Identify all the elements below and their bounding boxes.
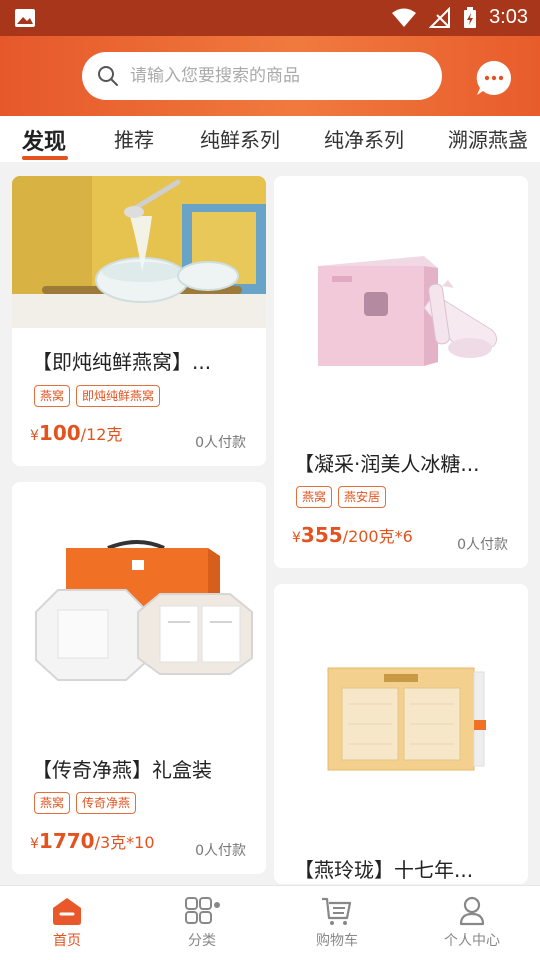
price-unit: /12克: [80, 425, 123, 444]
product-image: [274, 584, 528, 836]
search-bar[interactable]: [82, 52, 442, 100]
price-currency: ¥: [30, 836, 39, 852]
status-time: 3:03: [489, 6, 528, 28]
category-tabs: 发现 推荐 纯鲜系列 纯净系列 溯源燕盏: [0, 116, 540, 162]
message-icon[interactable]: [474, 58, 514, 98]
paid-count: 0人付款: [195, 843, 246, 859]
no-signal-icon: [429, 6, 451, 28]
paid-count: 0人付款: [195, 435, 246, 451]
price-amount: 355: [300, 523, 343, 547]
product-title: 【即炖纯鲜燕窝】...: [32, 350, 212, 374]
product-tag: 燕窝: [34, 792, 71, 814]
nav-profile[interactable]: 个人中心: [422, 896, 522, 950]
wifi-icon: [392, 8, 417, 27]
tab-fresh-series[interactable]: 纯鲜系列: [200, 124, 280, 153]
nav-label: 分类: [188, 933, 216, 949]
tab-recommend[interactable]: 推荐: [114, 124, 154, 153]
product-price: ¥1770/3克*10: [30, 829, 155, 853]
battery-charging-icon: [464, 6, 477, 28]
product-tag: 即炖纯鲜燕窝: [76, 385, 161, 407]
product-tags: 燕窝 即炖纯鲜燕窝: [34, 385, 161, 407]
nav-label: 个人中心: [444, 933, 500, 949]
nav-category[interactable]: 分类: [152, 896, 252, 950]
product-title: 【传奇净燕】礼盒装: [32, 758, 212, 782]
product-image: [12, 176, 266, 328]
product-tags: 燕窝 燕安居: [296, 486, 387, 508]
nav-home[interactable]: 首页: [17, 896, 117, 950]
active-tab-indicator: [22, 156, 68, 160]
cart-icon: [322, 897, 352, 925]
paid-count: 0人付款: [457, 537, 508, 553]
product-card[interactable]: 【凝采·润美人冰糖... 燕窝 燕安居 ¥355/200克*6 0人付款: [274, 176, 528, 568]
product-price: ¥100/12克: [30, 421, 122, 445]
product-image: [12, 482, 266, 734]
product-tag: 燕安居: [338, 486, 387, 508]
product-tag: 传奇净燕: [76, 792, 137, 814]
header: 3:03: [0, 0, 540, 116]
price-currency: ¥: [30, 428, 39, 444]
product-card[interactable]: 【传奇净燕】礼盒装 燕窝 传奇净燕 ¥1770/3克*10 0人付款: [12, 482, 266, 874]
user-icon: [459, 896, 485, 926]
tab-discover[interactable]: 发现: [22, 124, 66, 156]
search-input[interactable]: [130, 66, 420, 86]
product-card[interactable]: 【燕玲珑】十七年...: [274, 584, 528, 884]
product-tag: 燕窝: [296, 486, 333, 508]
product-image: [274, 176, 528, 428]
home-icon: [53, 898, 81, 925]
product-title: 【燕玲珑】十七年...: [294, 858, 474, 882]
nav-label: 购物车: [316, 933, 358, 949]
price-amount: 100: [38, 421, 81, 445]
price-unit: /3克*10: [94, 833, 155, 852]
product-card[interactable]: 【即炖纯鲜燕窝】... 燕窝 即炖纯鲜燕窝 ¥100/12克 0人付款: [12, 176, 266, 466]
product-tags: 燕窝 传奇净燕: [34, 792, 137, 814]
bottom-navigation: 首页 分类 购物车 个人中心: [0, 885, 540, 960]
tab-pure-series[interactable]: 纯净系列: [324, 124, 404, 153]
status-bar: 3:03: [0, 0, 540, 36]
product-price: ¥355/200克*6: [292, 523, 413, 547]
price-unit: /200克*6: [342, 527, 413, 546]
tab-origin-nest[interactable]: 溯源燕盏: [448, 124, 528, 153]
price-amount: 1770: [38, 829, 95, 853]
price-currency: ¥: [292, 530, 301, 546]
product-tag: 燕窝: [34, 385, 71, 407]
category-icon: [185, 897, 220, 924]
search-icon: [98, 66, 118, 86]
nav-cart[interactable]: 购物车: [287, 896, 387, 950]
nav-label: 首页: [53, 933, 81, 949]
product-title: 【凝采·润美人冰糖...: [294, 452, 480, 476]
image-notification-icon: [15, 9, 35, 27]
